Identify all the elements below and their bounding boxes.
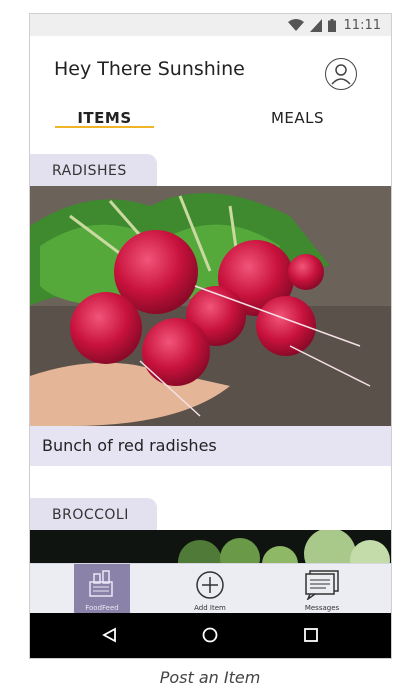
phone-screen: 11:11 Hey There Sunshine ITEMS MEALS RAD… xyxy=(29,13,392,659)
item-feed[interactable]: RADISHES Bunch of red radishes BROCCOLI xyxy=(30,154,391,563)
tab-bar: ITEMS MEALS xyxy=(30,106,391,138)
battery-icon xyxy=(327,18,336,32)
broccoli-image xyxy=(30,530,391,563)
greeting-title: Hey There Sunshine xyxy=(54,58,245,80)
wifi-icon xyxy=(287,18,304,31)
system-nav-bar xyxy=(30,613,391,658)
broccoli-photo[interactable] xyxy=(30,530,391,563)
plus-circle-icon xyxy=(196,571,224,599)
messages-icon xyxy=(305,570,339,600)
card-caption: Bunch of red radishes xyxy=(30,426,391,466)
tab-items[interactable]: ITEMS xyxy=(55,106,154,136)
status-icons: 11:11 xyxy=(287,17,381,33)
card-category-label: BROCCOLI xyxy=(30,498,157,530)
back-icon[interactable] xyxy=(102,627,118,643)
bottom-nav: FoodFeed Add Item Messages xyxy=(30,563,391,614)
radishes-photo[interactable] xyxy=(30,186,391,426)
profile-avatar[interactable] xyxy=(325,58,357,90)
nav-foodfeed[interactable]: FoodFeed xyxy=(74,564,130,614)
recents-icon[interactable] xyxy=(303,627,319,643)
home-icon[interactable] xyxy=(202,627,218,643)
nav-add-item[interactable]: Add Item xyxy=(180,564,240,614)
status-time: 11:11 xyxy=(343,17,381,33)
nav-label-messages: Messages xyxy=(304,604,340,612)
status-bar: 11:11 xyxy=(30,14,391,36)
radishes-image xyxy=(30,186,391,426)
tab-meals[interactable]: MEALS xyxy=(250,106,345,136)
food-basket-icon xyxy=(89,570,113,597)
active-tab-indicator xyxy=(55,126,154,128)
figure-caption: Post an Item xyxy=(159,668,261,687)
nav-label-foodfeed: FoodFeed xyxy=(85,604,119,612)
nav-messages[interactable]: Messages xyxy=(290,564,354,614)
nav-label-add-item: Add Item xyxy=(194,604,226,612)
signal-icon xyxy=(309,18,322,32)
card-category-label: RADISHES xyxy=(30,154,157,186)
user-icon xyxy=(330,63,351,85)
